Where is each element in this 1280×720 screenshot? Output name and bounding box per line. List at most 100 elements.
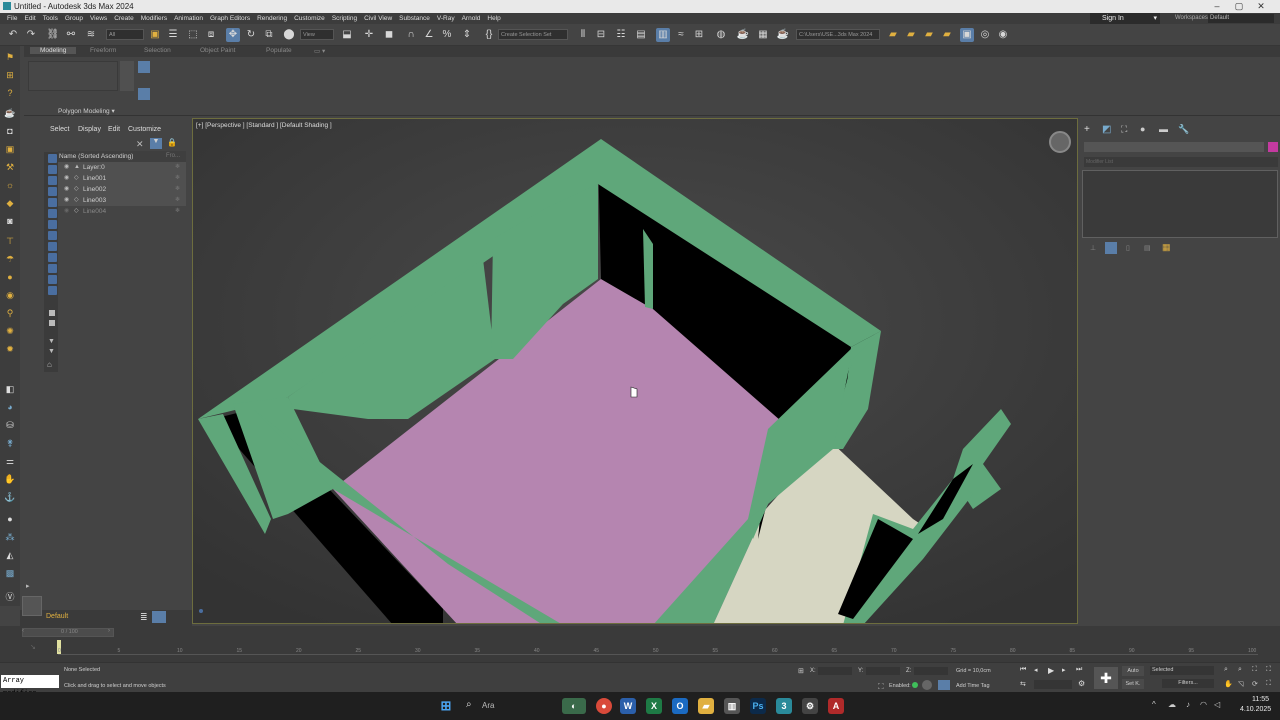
camera-object-icon[interactable]: ◙	[3, 216, 17, 228]
link-icon[interactable]: ⛓	[46, 28, 60, 42]
create-icon[interactable]: ⚑	[3, 52, 17, 64]
tab-populate[interactable]: Populate	[266, 47, 292, 54]
z-coordinate-field[interactable]	[914, 667, 948, 675]
time-tag-icon[interactable]	[922, 680, 932, 690]
vray-icon[interactable]: Ⓥ	[3, 590, 17, 602]
layer-stack-icon[interactable]: ≣	[140, 612, 148, 623]
close-icon[interactable]: ✕	[1254, 1, 1268, 12]
visibility-icon[interactable]: ◉	[64, 162, 69, 173]
set-key-icon[interactable]: ✚	[1094, 667, 1118, 689]
photoshop-icon[interactable]: Ps	[750, 698, 766, 714]
freeze-icon[interactable]: ❄	[175, 206, 180, 217]
tab-modeling[interactable]: Modeling	[30, 47, 77, 54]
menu-views[interactable]: Views	[90, 13, 107, 24]
find-icon[interactable]: ▼	[48, 348, 55, 355]
box-icon[interactable]: ▣	[3, 144, 17, 156]
reference-coord-dropdown[interactable]: View	[300, 29, 334, 40]
render-frame-icon[interactable]: ▦	[756, 28, 770, 42]
zoom-extents-all-icon[interactable]: ⛶	[1266, 666, 1271, 674]
freeze-icon[interactable]: ❄	[175, 195, 180, 206]
teapot-icon[interactable]: ☕	[3, 108, 17, 120]
ribbon-options-icon[interactable]: ▭ ▾	[314, 47, 325, 55]
select-object-icon[interactable]: ▣	[148, 28, 162, 42]
3dsmax-icon[interactable]: 3	[776, 698, 792, 714]
tree-row-line001[interactable]: ◉ ◇ Line001 ❄	[58, 173, 186, 184]
goto-end-icon[interactable]: ⏭	[1076, 666, 1082, 674]
tree-row-line002[interactable]: ◉ ◇ Line002 ❄	[58, 184, 186, 195]
x-coordinate-field[interactable]	[818, 667, 852, 675]
menu-tools[interactable]: Tools	[43, 13, 58, 24]
ball-icon[interactable]: ●	[3, 514, 17, 526]
display-containers-icon[interactable]	[48, 275, 57, 284]
rotate-icon[interactable]: ↻	[244, 28, 258, 42]
time-config-icon[interactable]: ⚙	[1078, 679, 1085, 688]
named-selection-icon[interactable]: {}	[482, 28, 496, 42]
configure-sets-icon[interactable]: ▦	[1162, 242, 1171, 253]
polygon-modeling-label[interactable]: Polygon Modeling ▾	[58, 107, 115, 115]
hand-icon[interactable]: ✋	[3, 474, 17, 486]
display-all-icon[interactable]	[48, 165, 57, 174]
menu-arnold[interactable]: Arnold	[462, 13, 481, 24]
current-frame-field[interactable]	[1034, 680, 1072, 689]
menu-graph-editors[interactable]: Graph Editors	[210, 13, 250, 24]
redo-icon[interactable]: ↷	[24, 28, 38, 42]
key-mode-icon[interactable]: ⇆	[1020, 680, 1026, 688]
spinner-snap-icon[interactable]: ⇕	[460, 28, 474, 42]
ribbon-toggle-icon[interactable]: ▥	[656, 28, 670, 42]
display-last-icon[interactable]	[49, 320, 55, 326]
geosphere-icon[interactable]: ◉	[3, 290, 17, 302]
project-folder-icon[interactable]: ▰	[886, 28, 900, 42]
zoom-all-icon[interactable]: ⌕	[1238, 666, 1242, 674]
explorer-header[interactable]: Name (Sorted Ascending) Fro...	[58, 151, 186, 162]
omni-light-icon[interactable]: ✺	[3, 326, 17, 338]
modify-icon[interactable]: ⊞	[3, 70, 17, 82]
layer-explorer-icon[interactable]: ▤	[634, 28, 648, 42]
menu-file[interactable]: File	[7, 13, 17, 24]
fov-icon[interactable]: ◹	[1238, 680, 1243, 688]
sphere-icon[interactable]: ●	[3, 272, 17, 284]
display-hidden-icon[interactable]	[49, 310, 55, 316]
menu-substance[interactable]: Substance	[399, 13, 430, 24]
scene-explorer-icon[interactable]: ☷	[614, 28, 628, 42]
tree-icon[interactable]: ⚵	[3, 438, 17, 450]
camera-icon[interactable]: ◘	[3, 126, 17, 138]
sun-icon[interactable]: ✹	[3, 344, 17, 356]
hierarchy-tab-icon[interactable]: ⛶	[1121, 124, 1127, 135]
tab-freeform[interactable]: Freeform	[90, 47, 116, 54]
display-frozen-icon[interactable]	[48, 286, 57, 295]
globe-icon[interactable]: ◉	[996, 28, 1010, 42]
unlink-icon[interactable]: ⚯	[64, 28, 78, 42]
render-production-icon[interactable]: ☕	[776, 28, 790, 42]
slider-right-arrow[interactable]: ›	[108, 628, 110, 634]
place-icon[interactable]: ⬤	[282, 28, 296, 42]
key-filters-button[interactable]: Filters...	[1162, 679, 1214, 688]
bucket-icon[interactable]: ◭	[3, 550, 17, 562]
layer-explorer-toggle[interactable]	[22, 596, 42, 616]
menu-customize[interactable]: Customize	[128, 126, 161, 133]
folder-icon[interactable]: ▰	[940, 28, 954, 42]
ribbon-graphite-icon[interactable]	[138, 88, 150, 100]
menu-v-ray[interactable]: V-Ray	[437, 13, 455, 24]
viewport-label[interactable]: [+] [Perspective ] [Standard ] [Default …	[196, 122, 332, 129]
goto-start-icon[interactable]: ⏮	[1020, 666, 1026, 674]
taskbar-search-input[interactable]: Ara	[482, 701, 494, 710]
current-layer[interactable]: Default	[46, 613, 68, 620]
outlook-icon[interactable]: O	[672, 698, 688, 714]
help-icon[interactable]: ?	[3, 88, 17, 100]
selection-set-dropdown[interactable]: Create Selection Set	[498, 29, 568, 40]
menu-select[interactable]: Select	[50, 126, 69, 133]
motion-tab-icon[interactable]: ●	[1140, 124, 1145, 134]
perspective-viewport[interactable]: [+] [Perspective ] [Standard ] [Default …	[192, 118, 1078, 624]
mirror-icon[interactable]: ⫴	[576, 28, 590, 42]
render-setup-icon[interactable]: ☕	[736, 28, 750, 42]
manipulate-icon[interactable]: ✛	[362, 28, 376, 42]
absolute-mode-icon[interactable]: ⊞	[798, 667, 804, 675]
snap-toggle-icon[interactable]: ∩	[404, 28, 418, 42]
modify-tab-icon[interactable]: ◩	[1102, 124, 1111, 135]
track-ruler[interactable]: 0 5 10 15 20 25 30 35 40 45 50 55 60 65 70 75 80 85 90 95 10…	[58, 644, 1258, 655]
save-folder-icon[interactable]: ▰	[922, 28, 936, 42]
bind-space-warp-icon[interactable]: ≋	[84, 28, 98, 42]
zoom-icon[interactable]: ⌕	[1224, 666, 1228, 674]
particles-icon[interactable]: ⁂	[3, 532, 17, 544]
widgets-icon[interactable]: ◐	[562, 698, 586, 714]
